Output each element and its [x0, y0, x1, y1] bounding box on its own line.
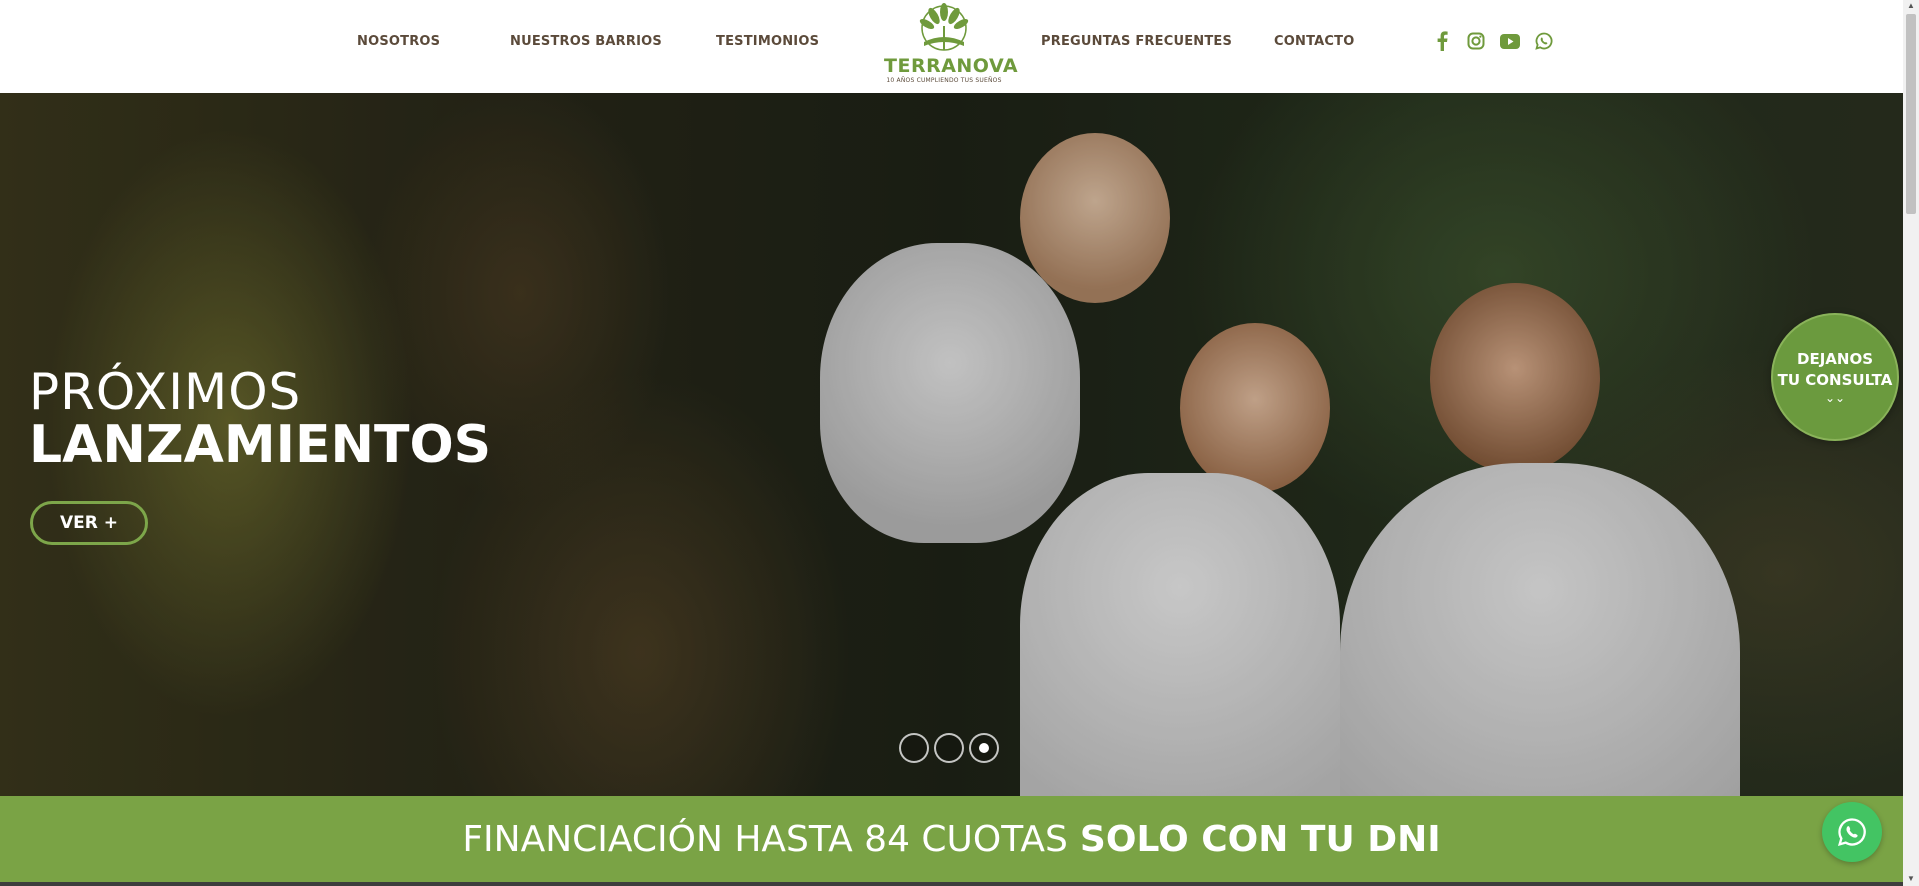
chevron-down-icon: ⌄⌄: [1824, 391, 1846, 405]
youtube-icon[interactable]: [1499, 30, 1521, 52]
scroll-down-icon[interactable]: ▼: [1907, 875, 1915, 883]
tree-logo-icon: [919, 3, 969, 51]
hero-title-bold: LANZAMIENTOS: [29, 415, 492, 475]
banner-text-light: FINANCIACIÓN HASTA 84 CUOTAS: [462, 818, 1068, 860]
consulta-line-1: DEJANOS: [1797, 350, 1873, 368]
nav-contacto[interactable]: CONTACTO: [1274, 34, 1354, 49]
whatsapp-icon[interactable]: [1533, 30, 1555, 52]
nav-preguntas-frecuentes[interactable]: PREGUNTAS FRECUENTES: [1041, 34, 1232, 49]
instagram-icon[interactable]: [1465, 30, 1487, 52]
hero-title-light: PRÓXIMOS: [29, 363, 302, 421]
slider-dot-3[interactable]: [969, 733, 999, 763]
facebook-icon[interactable]: [1431, 30, 1453, 52]
slider-dot-1[interactable]: [899, 733, 929, 763]
scroll-up-icon[interactable]: ▲: [1907, 2, 1915, 10]
bottom-strip: [0, 882, 1903, 886]
page-scrollbar[interactable]: ▲ ▼: [1903, 0, 1919, 886]
banner-text-bold: SOLO CON TU DNI: [1079, 818, 1441, 860]
ver-mas-button[interactable]: VER +: [30, 501, 148, 545]
scroll-thumb[interactable]: [1906, 14, 1916, 214]
logo-tagline: 10 AÑOS CUMPLIENDO TUS SUEÑOS: [886, 77, 1002, 84]
consulta-line-2: TU CONSULTA: [1777, 371, 1893, 389]
terranova-logo[interactable]: TERRANOVA 10 AÑOS CUMPLIENDO TUS SUEÑOS: [884, 2, 1019, 88]
nav-nosotros[interactable]: NOSOTROS: [357, 34, 440, 49]
slider-dot-2[interactable]: [934, 733, 964, 763]
financing-banner: FINANCIACIÓN HASTA 84 CUOTAS SOLO CON TU…: [0, 796, 1903, 882]
whatsapp-icon: [1837, 818, 1866, 847]
dejanos-consulta-button[interactable]: DEJANOS TU CONSULTA ⌄⌄: [1771, 313, 1899, 441]
nav-testimonios[interactable]: TESTIMONIOS: [716, 34, 819, 49]
nav-nuestros-barrios[interactable]: NUESTROS BARRIOS: [510, 34, 662, 49]
hero-slider: PRÓXIMOS LANZAMIENTOS VER + DEJANOS TU C…: [0, 93, 1903, 796]
logo-wordmark: TERRANOVA: [884, 55, 1019, 77]
whatsapp-float-button[interactable]: [1822, 802, 1882, 862]
site-header: NOSOTROS NUESTROS BARRIOS TESTIMONIOS TE…: [0, 0, 1903, 93]
